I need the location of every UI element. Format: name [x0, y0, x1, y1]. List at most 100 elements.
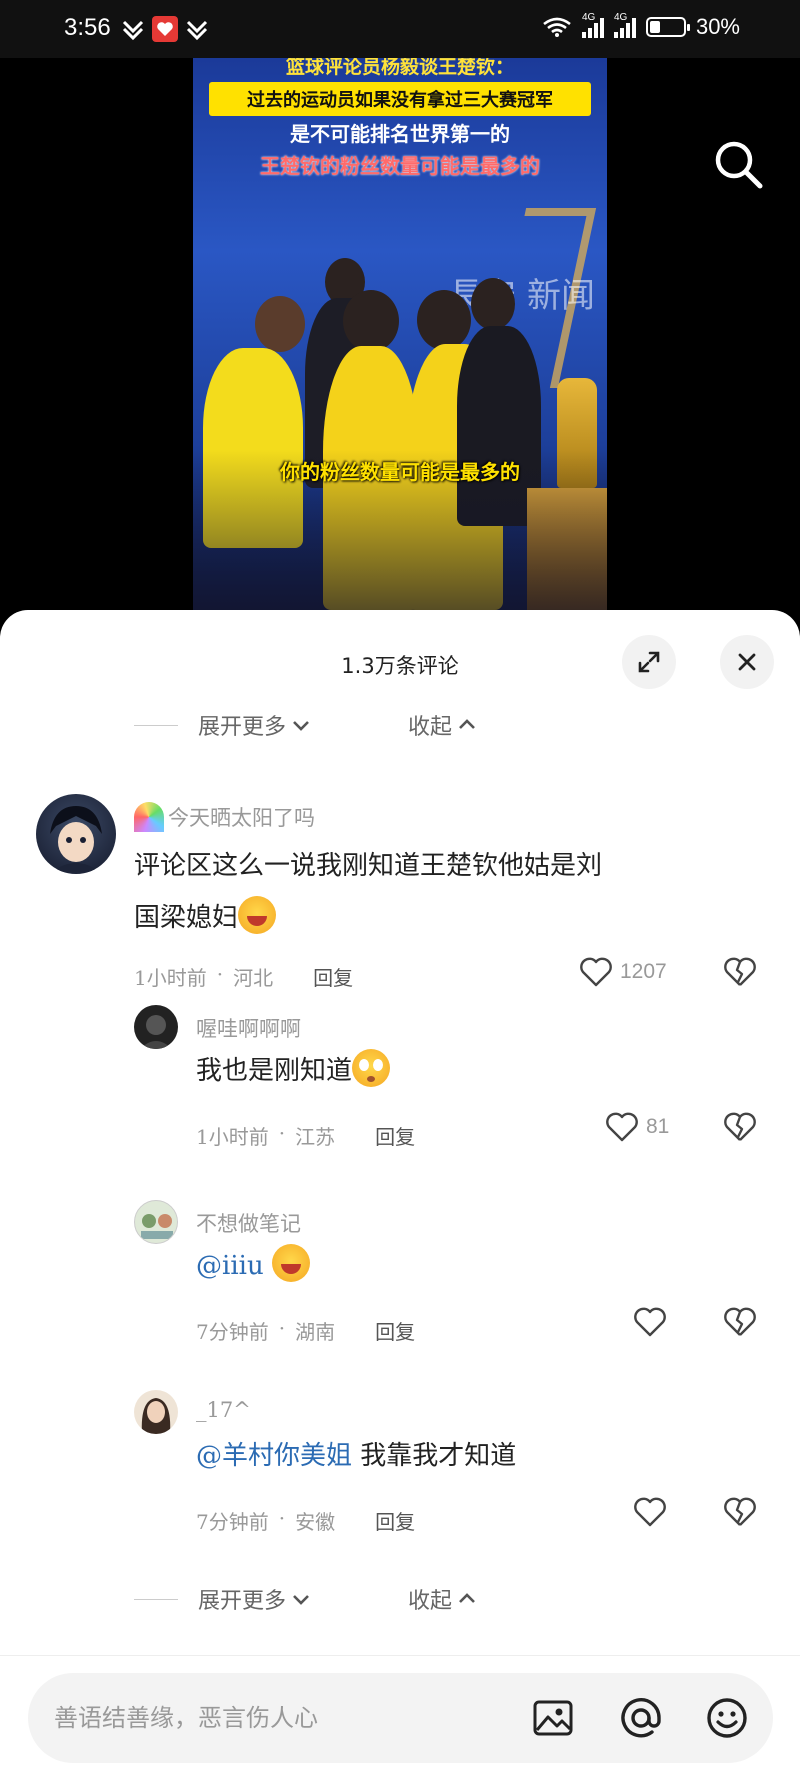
dislike-button[interactable] [722, 1494, 758, 1534]
reply-button[interactable]: 回复 [313, 962, 353, 991]
video-caption-white: 是不可能排名世界第一的 [290, 122, 510, 146]
avatar[interactable] [134, 1200, 178, 1244]
mention-link[interactable]: @iiiu [196, 1251, 264, 1281]
meta-separator: · [278, 1316, 286, 1340]
chevron-down-icon [293, 721, 309, 731]
comment-time: 7分钟前 [196, 1510, 269, 1534]
laughing-emoji-icon [238, 896, 277, 934]
network-type: 4G [613, 12, 628, 23]
heart-icon [580, 957, 612, 987]
video-frame[interactable]: 長安 新闻 篮球评论员杨毅谈王楚钦： 过去的运动员如果没有拿过三大赛冠军 是不可… [193, 58, 607, 610]
avatar[interactable] [134, 1005, 178, 1049]
avatar-image [141, 1398, 171, 1434]
video-person [417, 290, 471, 350]
comment-text-line: 国梁媳妇 [134, 903, 239, 933]
app-notification-icon [184, 16, 210, 42]
comment-username[interactable]: 喔哇啊啊啊 [196, 1013, 301, 1043]
comment-input-container[interactable] [28, 1673, 773, 1763]
app-notification-icon [152, 16, 178, 42]
expand-icon [638, 651, 660, 673]
comment-text: 评论区这么一说我刚知道王楚钦他姑是刘 国梁媳妇 [134, 840, 602, 944]
collapse-label: 收起 [408, 715, 453, 740]
video-player[interactable]: 長安 新闻 篮球评论员杨毅谈王楚钦： 过去的运动员如果没有拿过三大赛冠军 是不可… [0, 58, 800, 610]
comment-count-title: 1.3万条评论 [341, 654, 459, 678]
status-indicators: 4G 4G 30% [542, 12, 740, 40]
network-type: 4G [581, 12, 596, 23]
comment-time: 1小时前 [134, 966, 207, 990]
signal-icon: 4G [581, 12, 604, 38]
comment-username[interactable]: 不想做笔记 [196, 1208, 301, 1238]
comment-meta: 1小时前 · 江苏 回复 [196, 1121, 415, 1150]
at-icon [621, 1698, 661, 1738]
expand-more-label: 展开更多 [198, 1589, 287, 1614]
divider [134, 1598, 178, 1600]
divider [134, 724, 178, 726]
fullscreen-button[interactable] [622, 635, 676, 689]
comment-username[interactable]: _17^ [196, 1398, 251, 1422]
mention-link[interactable]: @羊村你美姐 [196, 1441, 352, 1471]
video-subtitle: 你的粉丝数量可能是最多的 [280, 460, 520, 484]
comment-location: 江苏 [295, 1125, 336, 1149]
like-button[interactable]: 81 [604, 1109, 669, 1145]
image-button[interactable] [530, 1695, 576, 1741]
like-count: 1207 [620, 960, 667, 983]
signal-icon: 4G [613, 12, 636, 38]
search-icon [715, 141, 763, 189]
like-count: 81 [646, 1115, 670, 1138]
mention-button[interactable] [618, 1695, 664, 1741]
laughing-emoji-icon [271, 1244, 310, 1282]
avatar-image [141, 1214, 173, 1239]
comment-meta: 1小时前 · 河北 回复 [134, 962, 353, 991]
broken-heart-icon [724, 1497, 756, 1526]
dislike-button[interactable] [722, 954, 758, 994]
comment-location: 安徽 [295, 1510, 336, 1534]
broken-heart-icon [724, 1307, 756, 1336]
dislike-button[interactable] [722, 1304, 758, 1344]
collapse-button[interactable]: 收起 [408, 1583, 478, 1615]
reply-button[interactable]: 回复 [375, 1506, 415, 1535]
comment-meta: 7分钟前 · 湖南 回复 [196, 1316, 415, 1345]
comment-location: 河北 [233, 966, 274, 990]
like-button[interactable] [632, 1304, 668, 1344]
comment-time: 1小时前 [196, 1125, 269, 1149]
reply-expand-row: 展开更多 收起 [134, 709, 478, 741]
expand-more-button[interactable]: 展开更多 [198, 709, 312, 741]
battery-icon [645, 17, 690, 37]
chevron-down-icon [293, 1595, 309, 1605]
search-button[interactable] [710, 136, 766, 192]
close-icon [738, 653, 756, 671]
like-button[interactable] [632, 1494, 668, 1534]
video-person [471, 278, 515, 330]
meta-separator: · [216, 962, 224, 986]
close-button[interactable] [720, 635, 774, 689]
heart-icon [634, 1497, 666, 1527]
avatar[interactable] [36, 794, 116, 874]
comment-input-bar [0, 1655, 800, 1778]
avatar[interactable] [134, 1390, 178, 1434]
emoji-button[interactable] [704, 1695, 750, 1741]
heart-icon [634, 1307, 666, 1337]
expand-more-button[interactable]: 展开更多 [198, 1583, 312, 1615]
battery-percent: 30% [695, 14, 740, 39]
comment-meta: 7分钟前 · 安徽 回复 [196, 1506, 415, 1535]
like-button[interactable]: 1207 [578, 954, 667, 990]
reply-expand-row: 展开更多 收起 [134, 1583, 478, 1615]
video-person [255, 296, 305, 352]
smile-icon [707, 1698, 747, 1738]
broken-heart-icon [724, 1112, 756, 1141]
video-caption-highlight: 过去的运动员如果没有拿过三大赛冠军 [209, 82, 591, 116]
broken-heart-icon [724, 957, 756, 986]
comment-location: 湖南 [295, 1320, 336, 1344]
comment-input[interactable] [54, 1698, 474, 1738]
collapse-button[interactable]: 收起 [408, 709, 478, 741]
flushed-emoji-icon [352, 1049, 391, 1087]
comment-text: 我也是刚知道 [196, 1045, 391, 1097]
reply-button[interactable]: 回复 [375, 1316, 415, 1345]
avatar-image [50, 806, 102, 872]
dislike-button[interactable] [722, 1109, 758, 1149]
reply-button[interactable]: 回复 [375, 1121, 415, 1150]
chevron-up-icon [459, 1593, 475, 1603]
wifi-icon [543, 17, 571, 37]
comment-username[interactable]: 今天晒太阳了吗 [168, 802, 315, 832]
comment-text: @羊村你美姐 我靠我才知道 [196, 1430, 516, 1482]
